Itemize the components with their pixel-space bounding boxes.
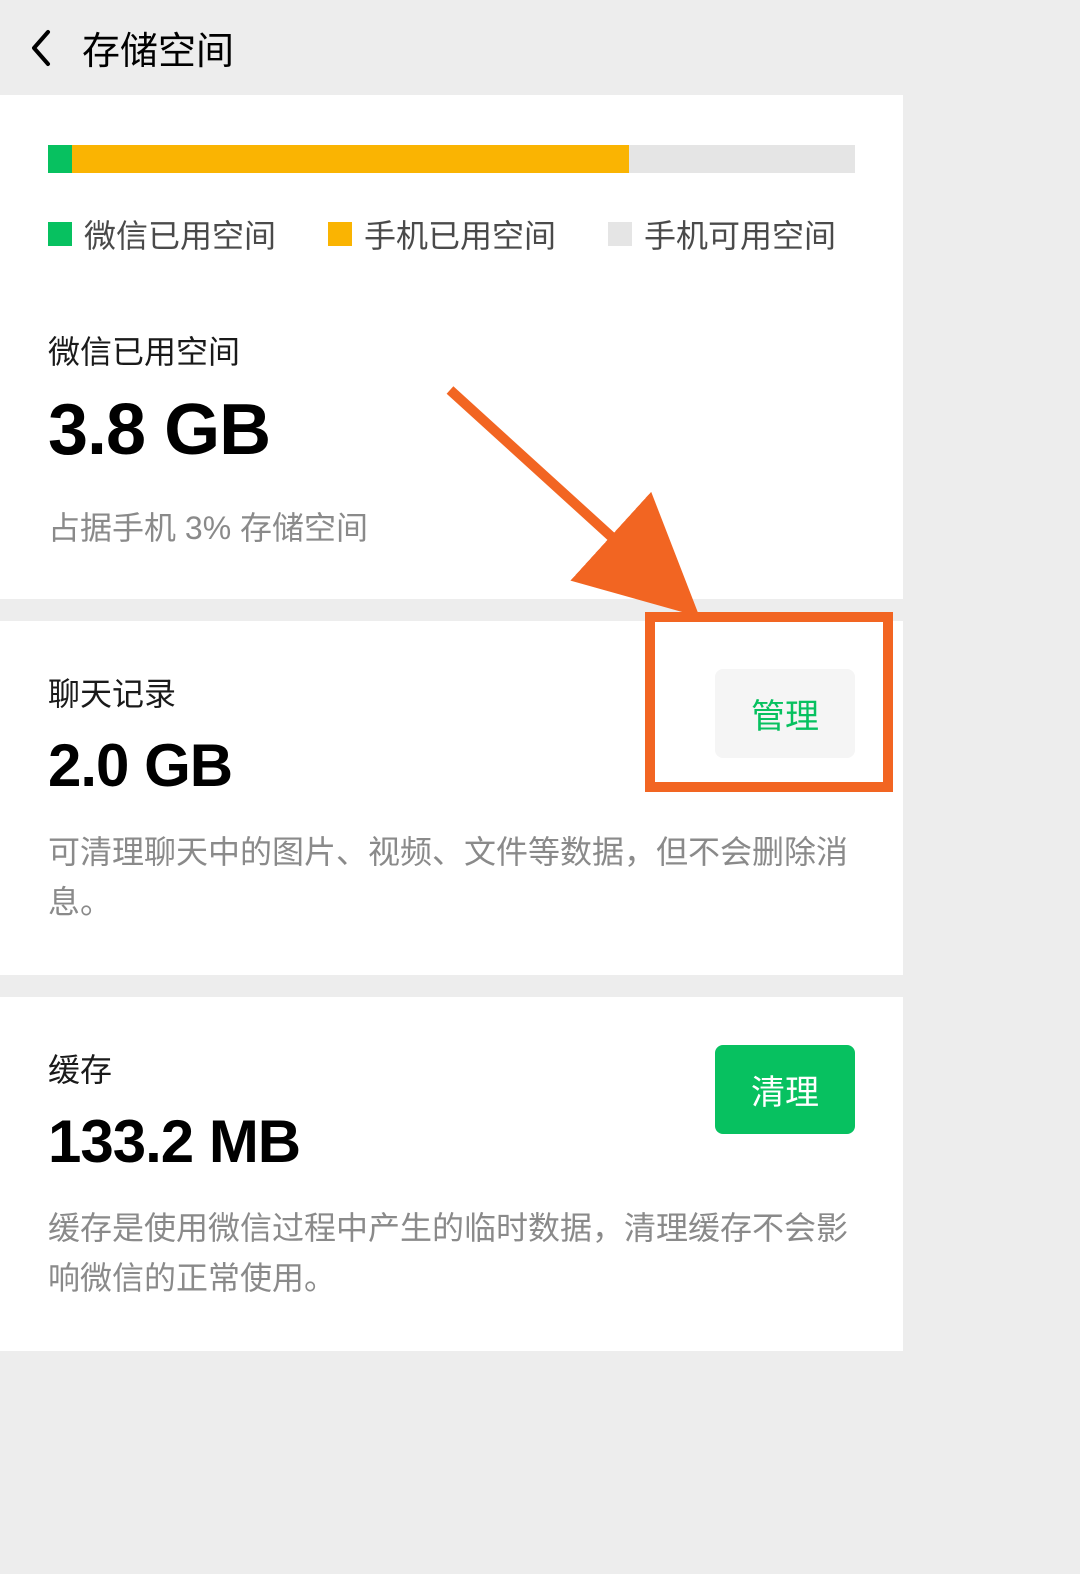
legend-swatch-yellow xyxy=(328,222,352,246)
cache-value: 133.2 MB xyxy=(48,1107,300,1176)
storage-overview-section: 微信已用空间 手机已用空间 手机可用空间 xyxy=(0,95,903,307)
clear-button[interactable]: 清理 xyxy=(715,1045,855,1134)
section-divider xyxy=(0,975,903,997)
legend-label: 手机可用空间 xyxy=(644,211,836,257)
header: 存储空间 xyxy=(0,0,903,95)
legend-swatch-gray xyxy=(608,222,632,246)
legend-item-phone-free: 手机可用空间 xyxy=(608,211,836,257)
legend-label: 微信已用空间 xyxy=(84,211,276,257)
legend-label: 手机已用空间 xyxy=(364,211,556,257)
cache-section: 缓存 133.2 MB 清理 缓存是使用微信过程中产生的临时数据，清理缓存不会影… xyxy=(0,997,903,1351)
chat-records-label: 聊天记录 xyxy=(48,669,232,715)
storage-bar-phone-used xyxy=(72,145,629,173)
wechat-storage-section: 微信已用空间 3.8 GB 占据手机 3% 存储空间 xyxy=(0,307,903,599)
legend-item-phone-used: 手机已用空间 xyxy=(328,211,556,257)
chat-records-value: 2.0 GB xyxy=(48,731,232,800)
chat-records-desc: 可清理聊天中的图片、视频、文件等数据，但不会删除消息。 xyxy=(48,828,855,927)
storage-bar-wechat xyxy=(48,145,72,173)
wechat-storage-value: 3.8 GB xyxy=(48,389,855,471)
cache-label: 缓存 xyxy=(48,1045,300,1091)
section-divider xyxy=(0,599,903,621)
storage-bar xyxy=(48,145,855,173)
storage-legend: 微信已用空间 手机已用空间 手机可用空间 xyxy=(48,211,855,257)
chevron-left-icon xyxy=(29,29,51,67)
back-button[interactable] xyxy=(20,28,60,68)
wechat-storage-label: 微信已用空间 xyxy=(48,327,855,373)
chat-records-section: 聊天记录 2.0 GB 管理 可清理聊天中的图片、视频、文件等数据，但不会删除消… xyxy=(0,621,903,975)
cache-desc: 缓存是使用微信过程中产生的临时数据，清理缓存不会影响微信的正常使用。 xyxy=(48,1204,855,1303)
legend-item-wechat: 微信已用空间 xyxy=(48,211,276,257)
page-title: 存储空间 xyxy=(82,20,234,75)
wechat-storage-subtext: 占据手机 3% 存储空间 xyxy=(48,503,855,549)
legend-swatch-green xyxy=(48,222,72,246)
manage-button[interactable]: 管理 xyxy=(715,669,855,758)
